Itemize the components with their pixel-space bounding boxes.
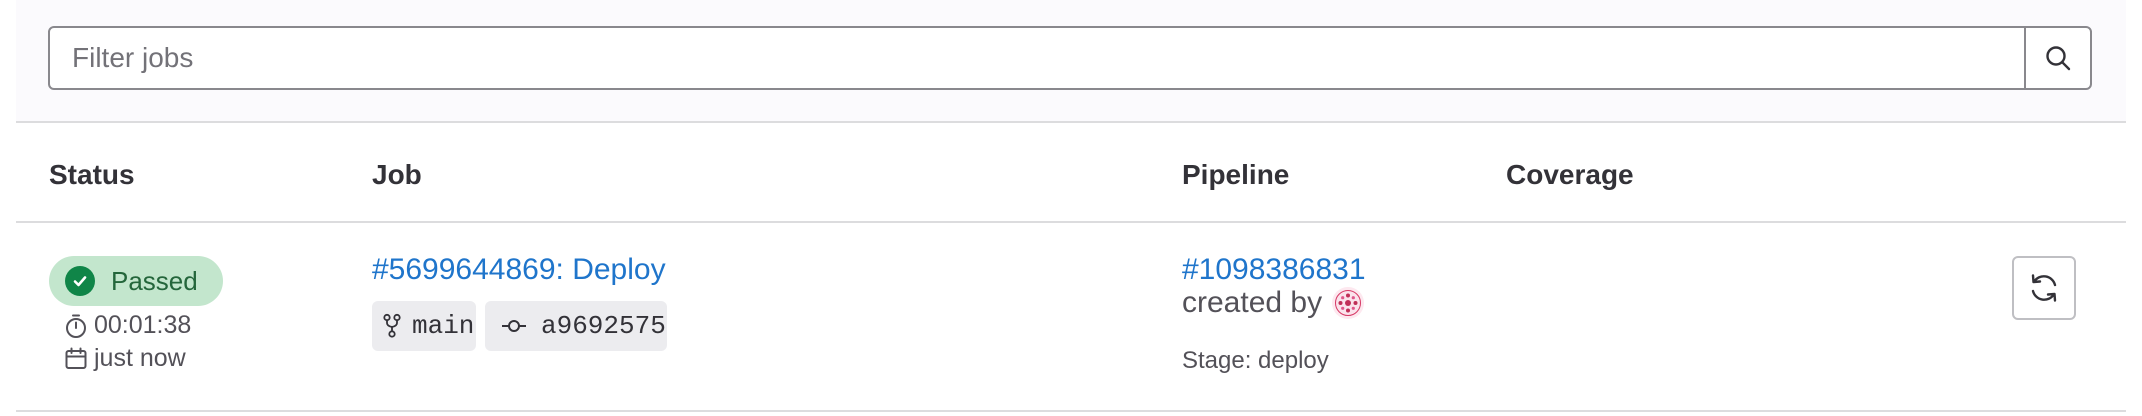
- table-row: Passed 00:01:38 just now #5699644869: De…: [16, 223, 2126, 412]
- jobs-table-header: Status Job Pipeline Coverage: [16, 123, 2126, 223]
- branch-name: main: [412, 311, 475, 341]
- user-avatar-icon: [1335, 290, 1362, 316]
- finished-time: just now: [64, 344, 186, 373]
- coverage-column-header: Coverage: [1506, 159, 1634, 190]
- created-by-text: created by: [1182, 286, 1323, 319]
- search-icon: [2046, 46, 2071, 71]
- search-button[interactable]: [2024, 28, 2090, 88]
- job-column-header: Job: [372, 159, 422, 190]
- timer-icon: [66, 314, 86, 338]
- pipeline-created-by: created by: [1182, 286, 1365, 320]
- pipeline-column-header: Pipeline: [1182, 159, 1290, 190]
- status-column-header: Status: [49, 159, 135, 190]
- commit-chip[interactable]: a9692575: [485, 301, 667, 351]
- pipeline-stage: Stage: deploy: [1182, 347, 1329, 374]
- retry-button[interactable]: [2012, 256, 2076, 320]
- job-link[interactable]: #5699644869: Deploy: [372, 253, 666, 287]
- filter-bar-area: [16, 0, 2126, 123]
- finished-text: just now: [94, 344, 186, 372]
- retry-icon: [2031, 274, 2057, 302]
- commit-sha: a9692575: [541, 311, 666, 341]
- commit-icon: [502, 320, 526, 332]
- branch-chip[interactable]: main: [372, 301, 476, 351]
- filter-jobs-box: [48, 26, 2092, 90]
- duration-text: 00:01:38: [94, 311, 192, 339]
- branch-icon: [383, 313, 401, 338]
- pipeline-link[interactable]: #1098386831: [1182, 253, 1366, 287]
- check-circle-icon: [65, 266, 95, 296]
- status-badge[interactable]: Passed: [49, 256, 223, 306]
- filter-jobs-input[interactable]: [50, 28, 2024, 88]
- status-label: Passed: [111, 265, 198, 296]
- calendar-icon: [65, 347, 87, 369]
- duration: 00:01:38: [64, 311, 191, 340]
- avatar[interactable]: [1332, 287, 1365, 319]
